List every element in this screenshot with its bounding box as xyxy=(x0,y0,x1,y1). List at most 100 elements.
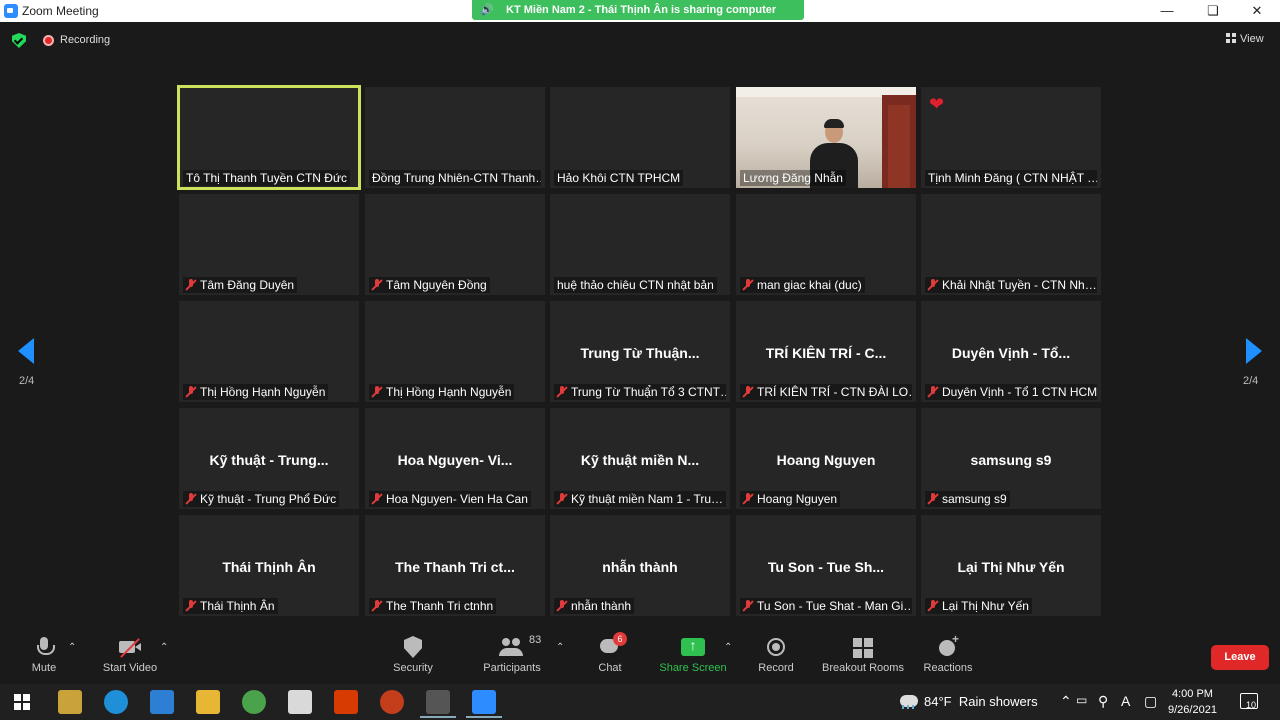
view-button[interactable]: View xyxy=(1226,33,1264,45)
participant-name-label: man giac khai (duc) xyxy=(740,277,865,293)
leave-button[interactable]: Leave xyxy=(1211,645,1269,670)
participant-name: Lương Đăng Nhẫn xyxy=(743,171,843,185)
participant-tile[interactable]: Trung Từ Thuận... Trung Từ Thuậ̉n Tổ 3 CT… xyxy=(550,301,730,402)
notification-center-icon[interactable]: 10 xyxy=(1240,693,1258,710)
participant-name-label: Kỹ thuật - Trung Phổ Đức xyxy=(183,491,340,507)
participant-tile[interactable]: nhẫn thành nhẫn thành xyxy=(550,515,730,616)
security-button[interactable]: Security xyxy=(390,636,436,674)
taskbar-clock[interactable]: 4:00 PM 9/26/2021 xyxy=(1168,686,1217,718)
participant-tile[interactable]: ❤ Tịnh Minh Đăng ( CTN NHẬT … xyxy=(921,87,1101,188)
participant-tile[interactable]: man giac khai (duc) xyxy=(736,194,916,295)
participant-tile[interactable]: Tô Thị Thanh Tuyền CTN Đức xyxy=(177,85,361,190)
participant-tile[interactable]: Hoang Nguyen Hoang Nguyen xyxy=(736,408,916,509)
weather-widget[interactable]: 84°F Rain showers xyxy=(900,694,1038,709)
participant-name: Kỹ thuật - Trung Phổ Đức xyxy=(200,492,337,506)
muted-microphone-icon xyxy=(186,279,196,291)
video-options-chevron-icon[interactable]: ⌃ xyxy=(160,642,168,653)
minimize-button[interactable]: — xyxy=(1144,0,1190,22)
participant-name: Hoa Nguyen- Vien Ha Can xyxy=(386,492,528,506)
chat-button[interactable]: 6 Chat xyxy=(594,632,627,674)
participant-name-label: Thị Hồng Hạnh Nguyễn xyxy=(369,384,515,400)
mute-button[interactable]: Mute xyxy=(24,636,64,674)
next-page-icon[interactable] xyxy=(1246,338,1262,364)
grid-icon xyxy=(1226,33,1236,43)
participant-tile[interactable]: TRÍ KIÊN TRÍ - C... TRÍ KIÊN TRÍ - CTN ĐÀ… xyxy=(736,301,916,402)
muted-microphone-icon xyxy=(372,493,382,505)
muted-microphone-icon xyxy=(928,493,938,505)
participant-name-label: TRÍ KIÊN TRÍ - CTN ĐÀI LO… xyxy=(740,384,912,400)
participant-name: Tâm Nguyên Đồng xyxy=(386,278,487,292)
store-icon[interactable] xyxy=(58,690,82,714)
wifi-icon[interactable]: ⚲ xyxy=(1098,693,1108,710)
participant-name: Thái Thịnh Ân xyxy=(200,599,275,613)
participant-tile[interactable]: Tâm Nguyên Đồng xyxy=(365,194,545,295)
file-explorer-icon[interactable] xyxy=(196,690,220,714)
muted-microphone-icon xyxy=(743,493,753,505)
participant-tile[interactable]: Thị Hồng Hạnh Nguyễn xyxy=(179,301,359,402)
muted-microphone-icon xyxy=(557,600,567,612)
participant-tile[interactable]: Đồng Trung Nhiên-CTN Thanh… xyxy=(365,87,545,188)
close-button[interactable]: ✕ xyxy=(1234,0,1280,22)
mail-icon[interactable] xyxy=(150,690,174,714)
participant-name: Đồng Trung Nhiên-CTN Thanh… xyxy=(372,171,541,185)
muted-microphone-icon xyxy=(928,600,938,612)
participant-tile[interactable]: Thị Hồng Hạnh Nguyễn xyxy=(365,301,545,402)
rain-cloud-icon xyxy=(900,695,918,709)
start-video-button[interactable]: Start Video xyxy=(98,636,162,674)
participants-options-chevron-icon[interactable]: ⌃ xyxy=(556,642,564,653)
windows-start-icon[interactable] xyxy=(14,694,30,710)
input-indicator[interactable]: A xyxy=(1121,693,1130,709)
system-tray-chevron-icon[interactable]: ⌃ xyxy=(1060,693,1072,710)
battery-icon[interactable]: ▭ xyxy=(1076,693,1087,707)
green-app-icon[interactable] xyxy=(242,690,266,714)
participant-name: Thị Hồng Hạnh Nguyễn xyxy=(386,385,512,399)
record-button[interactable]: Record xyxy=(756,636,796,674)
participant-tile[interactable]: Hoa Nguyen- Vi... Hoa Nguyen- Vien Ha Can xyxy=(365,408,545,509)
reactions-button[interactable]: Reactions xyxy=(922,632,974,674)
running-indicator xyxy=(466,716,502,718)
participant-tile[interactable]: Tâm Đăng Duyên xyxy=(179,194,359,295)
breakout-rooms-button[interactable]: Breakout Rooms xyxy=(820,636,906,674)
participant-name: samsung s9 xyxy=(942,492,1007,506)
participant-display-name: Duyên Vịnh - Tổ... xyxy=(951,345,1071,361)
speaker-icon: 🔊 xyxy=(480,4,494,16)
participant-tile[interactable]: Thái Thịnh Ân Thái Thịnh Ân xyxy=(179,515,359,616)
recording-icon[interactable] xyxy=(43,35,54,46)
page-indicator-left: 2/4 xyxy=(19,375,35,387)
participant-display-name: samsung s9 xyxy=(970,452,1052,468)
edge-browser-icon[interactable] xyxy=(104,690,128,714)
puzzle-app-icon[interactable] xyxy=(288,690,312,714)
zoom-taskbar-icon[interactable] xyxy=(472,690,496,714)
previous-page-icon[interactable] xyxy=(18,338,34,364)
video-off-icon xyxy=(117,636,143,658)
participant-display-name: Hoang Nguyen xyxy=(776,452,876,468)
recording-label[interactable]: Recording xyxy=(60,34,110,46)
participant-display-name: The Thanh Tri ct... xyxy=(395,559,515,575)
participant-tile[interactable]: Lương Đăng Nhẫn xyxy=(736,87,916,188)
volume-icon[interactable]: ▢ xyxy=(1144,693,1157,710)
participant-name: nhẫn thành xyxy=(571,599,632,613)
powerpoint-icon[interactable] xyxy=(380,690,404,714)
share-screen-button[interactable]: Share Screen xyxy=(658,636,728,674)
maximize-button[interactable]: ❏ xyxy=(1190,0,1236,22)
video-editor-icon[interactable] xyxy=(426,690,450,714)
participant-tile[interactable]: Kỹ thuật - Trung... Kỹ thuật - Trung Phổ … xyxy=(179,408,359,509)
participant-tile[interactable]: Tu Son - Tue Sh... Tu Son - Tue Shat - Ma… xyxy=(736,515,916,616)
participant-tile[interactable]: The Thanh Tri ct... The Thanh Tri ctnhn xyxy=(365,515,545,616)
muted-microphone-icon xyxy=(372,600,382,612)
chat-icon: 6 xyxy=(599,632,627,658)
office-icon[interactable] xyxy=(334,690,358,714)
sharing-banner[interactable]: 🔊 KT Miền Nam 2 - Thái Thịnh Ân is shari… xyxy=(472,0,804,36)
share-options-chevron-icon[interactable]: ⌃ xyxy=(724,642,732,653)
participant-tile[interactable]: Lại Thị Như Yến Lại Thị Như Yến xyxy=(921,515,1101,616)
participant-tile[interactable]: Khải Nhật Tuyền - CTN Nh… xyxy=(921,194,1101,295)
participant-tile[interactable]: Duyên Vịnh - Tổ... Duyên Vịnh - Tổ 1 CTN … xyxy=(921,301,1101,402)
participant-tile[interactable]: samsung s9 samsung s9 xyxy=(921,408,1101,509)
audio-options-chevron-icon[interactable]: ⌃ xyxy=(68,642,76,653)
participant-tile[interactable]: Kỹ thuật miền N... Kỹ thuật miền Nam 1 - … xyxy=(550,408,730,509)
participant-name-label: Thị Hồng Hạnh Nguyễn xyxy=(183,384,329,400)
encryption-shield-icon[interactable] xyxy=(12,33,26,48)
participant-tile[interactable]: Hảo Khôi CTN TPHCM xyxy=(550,87,730,188)
participants-button[interactable]: 83 Participants xyxy=(480,634,544,674)
participant-tile[interactable]: huệ thảo chiêu CTN nhật bản xyxy=(550,194,730,295)
